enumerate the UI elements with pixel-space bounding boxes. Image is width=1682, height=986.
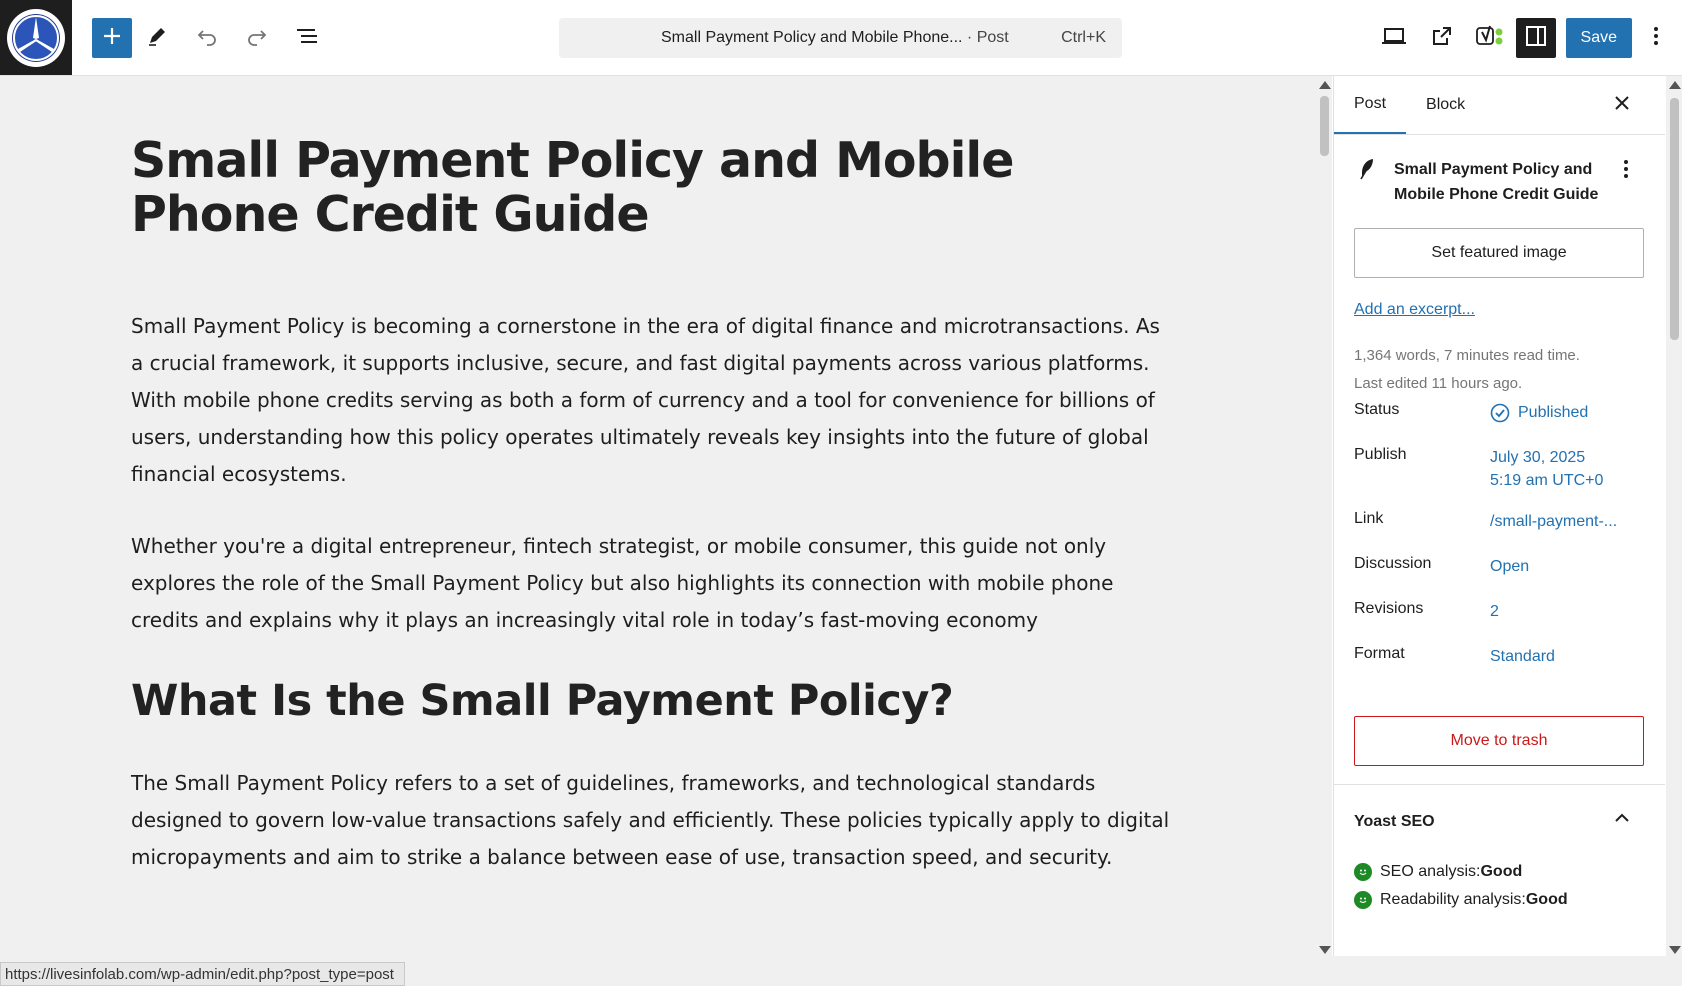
last-edited: Last edited 11 hours ago. — [1354, 375, 1523, 392]
sidebar-post-title: Small Payment Policy and Mobile Phone Cr… — [1394, 161, 1599, 203]
settings-sidebar-toggle[interactable] — [1515, 18, 1556, 58]
more-vertical-icon — [1653, 25, 1659, 52]
close-icon — [1614, 95, 1630, 116]
post-meta: 1,364 words, 7 minutes read time. Last e… — [1354, 342, 1580, 398]
sidebar-tabs: Post Block — [1334, 76, 1665, 135]
mercedes-logo-icon — [7, 8, 65, 67]
smiley-good-icon — [1354, 863, 1372, 881]
paragraph-block[interactable]: Small Payment Policy is becoming a corne… — [131, 308, 1171, 493]
preview-button[interactable] — [1374, 18, 1414, 58]
revisions-label: Revisions — [1354, 600, 1424, 617]
editor-canvas: Small Payment Policy and Mobile Phone Cr… — [0, 76, 1316, 986]
undo-icon — [196, 25, 218, 52]
scrollbar-thumb[interactable] — [1320, 96, 1329, 156]
options-menu-button[interactable] — [1636, 18, 1676, 58]
close-sidebar-button[interactable] — [1611, 94, 1633, 116]
revisions-button[interactable]: 2 — [1490, 600, 1499, 623]
status-text: Published — [1518, 404, 1589, 421]
scroll-up-arrow-icon[interactable] — [1319, 81, 1331, 89]
seo-analysis-value: Good — [1480, 863, 1523, 880]
yoast-button[interactable] — [1470, 18, 1510, 58]
editor-top-bar: Small Payment Policy and Mobile Phone...… — [0, 0, 1682, 76]
publish-label: Publish — [1354, 446, 1407, 463]
document-type: · Post — [962, 29, 1009, 46]
discussion-button[interactable]: Open — [1490, 555, 1529, 578]
yoast-seo-panel: Yoast SEO SEO analysis: Good Readability… — [1334, 784, 1665, 909]
sidebar-icon — [1525, 25, 1547, 52]
site-logo-button[interactable] — [0, 0, 72, 75]
readability-analysis-line: Readability analysis: Good — [1354, 891, 1568, 909]
pencil-icon — [146, 25, 168, 52]
post-title[interactable]: Small Payment Policy and Mobile Phone Cr… — [131, 134, 1171, 242]
post-content: Small Payment Policy and Mobile Phone Cr… — [131, 134, 1171, 876]
add-block-button[interactable] — [92, 18, 132, 58]
yoast-panel-title[interactable]: Yoast SEO — [1354, 813, 1435, 831]
check-circle-icon — [1490, 403, 1510, 423]
link-label: Link — [1354, 510, 1384, 527]
view-post-button[interactable] — [1422, 18, 1462, 58]
redo-button[interactable] — [237, 18, 277, 58]
document-title: Small Payment Policy and Mobile Phone... — [661, 29, 963, 46]
laptop-icon — [1381, 25, 1407, 52]
scroll-down-arrow-icon[interactable] — [1319, 946, 1331, 954]
tab-block[interactable]: Block — [1406, 76, 1485, 134]
smiley-good-icon — [1354, 891, 1372, 909]
readability-analysis-value: Good — [1525, 891, 1568, 908]
scroll-down-arrow-icon[interactable] — [1669, 946, 1681, 954]
redo-icon — [246, 25, 268, 52]
command-palette-bar[interactable]: Small Payment Policy and Mobile Phone...… — [559, 18, 1122, 58]
seo-analysis-line: SEO analysis: Good — [1354, 863, 1522, 881]
save-button[interactable]: Save — [1565, 18, 1632, 58]
external-link-icon — [1431, 25, 1453, 52]
set-featured-image-button[interactable]: Set featured image — [1354, 228, 1644, 278]
scroll-up-arrow-icon[interactable] — [1669, 81, 1681, 89]
publish-date-button[interactable]: July 30, 2025 5:19 am UTC+0 — [1490, 446, 1603, 492]
sidebar-scrollbar[interactable] — [1666, 76, 1682, 956]
settings-sidebar: Post Block Small Payment Policy and Mobi… — [1333, 76, 1665, 956]
permalink-button[interactable]: /small-payment-... — [1490, 510, 1617, 533]
list-view-icon — [295, 25, 319, 52]
command-shortcut: Ctrl+K — [1061, 29, 1106, 46]
paragraph-block[interactable]: Whether you're a digital entrepreneur, f… — [131, 528, 1171, 639]
add-excerpt-link[interactable]: Add an excerpt... — [1354, 301, 1475, 319]
format-label: Format — [1354, 645, 1405, 662]
format-button[interactable]: Standard — [1490, 645, 1555, 668]
yoast-icon — [1475, 24, 1505, 53]
paragraph-block[interactable]: The Small Payment Policy refers to a set… — [131, 765, 1171, 876]
status-value[interactable]: Published — [1490, 401, 1588, 424]
post-feather-icon — [1358, 157, 1376, 186]
publish-time: 5:19 am UTC+0 — [1490, 472, 1604, 489]
document-overview-button[interactable] — [287, 18, 327, 58]
discussion-label: Discussion — [1354, 555, 1432, 572]
status-label: Status — [1354, 401, 1400, 418]
editor-scrollbar[interactable] — [1316, 76, 1332, 956]
word-count: 1,364 words, 7 minutes read time. — [1354, 347, 1580, 364]
plus-icon — [102, 26, 122, 51]
seo-analysis-label: SEO analysis: — [1380, 863, 1481, 880]
heading-block[interactable]: What Is the Small Payment Policy? — [131, 675, 1171, 727]
post-actions-icon[interactable] — [1623, 159, 1629, 184]
status-bar-url: https://livesinfolab.com/wp-admin/edit.p… — [0, 962, 405, 986]
publish-date: July 30, 2025 — [1490, 449, 1586, 466]
tab-post[interactable]: Post — [1334, 76, 1407, 134]
scrollbar-thumb[interactable] — [1670, 98, 1679, 340]
undo-button[interactable] — [187, 18, 227, 58]
move-to-trash-button[interactable]: Move to trash — [1354, 716, 1644, 766]
chevron-up-icon[interactable] — [1614, 811, 1630, 829]
readability-analysis-label: Readability analysis: — [1380, 891, 1526, 908]
edit-mode-button[interactable] — [137, 18, 177, 58]
